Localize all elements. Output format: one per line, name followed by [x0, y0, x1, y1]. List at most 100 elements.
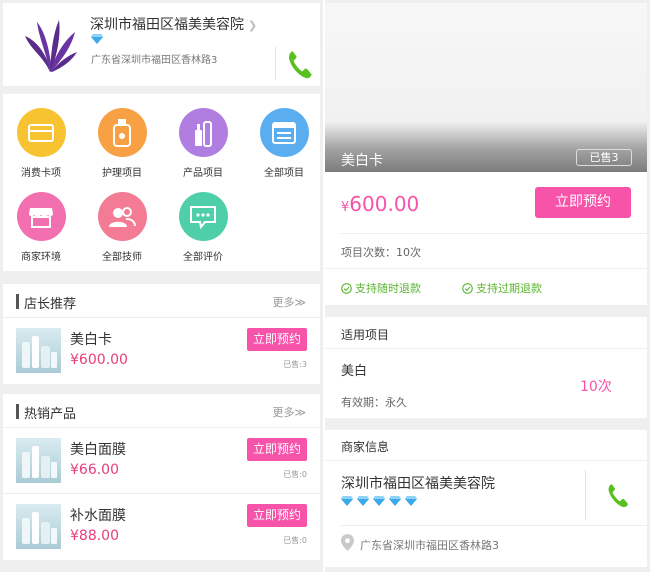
category-all-technicians[interactable]: 全部技师 — [90, 192, 154, 263]
refund-anytime-label: 支持随时退款 — [355, 282, 421, 295]
applicable-item-times: 10次 — [580, 379, 612, 395]
section-header: 热销产品 更多≫ — [3, 394, 320, 428]
product-bottles-image — [22, 336, 57, 368]
check-circle-icon — [462, 282, 473, 294]
price-amount: 600.00 — [349, 192, 420, 216]
book-now-button[interactable]: 立即预约 — [247, 438, 307, 461]
list-window-icon — [272, 121, 296, 144]
product-price: ¥88.00 — [70, 528, 119, 544]
phone-icon[interactable] — [607, 482, 629, 508]
category-store-environment[interactable]: 商家环境 — [9, 192, 73, 263]
diamond-icon — [91, 34, 103, 44]
sold-count: 已售:0 — [283, 470, 307, 479]
comment-icon — [190, 205, 216, 229]
shop-name: 深圳市福田区福美美容院 ❯ — [90, 14, 257, 34]
people-icon — [109, 206, 136, 227]
more-link[interactable]: 更多≫ — [272, 404, 306, 420]
location-pin-icon — [341, 534, 354, 551]
check-circle-icon — [341, 282, 352, 294]
manager-recommend-section: 店长推荐 更多≫ 美白卡 ¥600.00 立即预约 已售:3 — [3, 284, 320, 384]
refund-expired-label: 支持过期退款 — [476, 282, 542, 295]
diamond-icon — [405, 496, 417, 506]
section-title: 热销产品 — [24, 407, 77, 422]
divider — [585, 470, 586, 520]
section-title: 店长推荐 — [24, 297, 77, 312]
product-bottles-image — [22, 512, 57, 544]
hot-products-section: 热销产品 更多≫ 美白面膜 ¥66.00 立即预约 已售:0 补水面膜 ¥88.… — [3, 394, 320, 560]
card-detail-panel: 美白卡 已售3 ¥600.00 立即预约 项目次数：10次 支持随时退款 支持过… — [325, 0, 650, 572]
merchant-rating — [341, 496, 417, 506]
product-row[interactable]: 美白卡 ¥600.00 立即预约 已售:3 — [3, 318, 320, 384]
more-link[interactable]: 更多≫ — [272, 294, 306, 310]
category-products[interactable]: 产品项目 — [171, 108, 235, 179]
category-circle — [97, 108, 147, 157]
category-circle — [259, 108, 309, 157]
product-price: ¥66.00 — [70, 462, 119, 478]
shop-name-text: 深圳市福田区福美美容院 — [90, 17, 244, 33]
category-label: 全部评价 — [183, 252, 223, 263]
category-label: 全部技师 — [102, 252, 142, 263]
product-thumbnail — [16, 438, 61, 483]
shop-home-panel: 深圳市福田区福美美容院 ❯ 广东省深圳市福田区香林路3 消费卡项 护理项目 产品… — [0, 0, 323, 572]
category-all-items[interactable]: 全部项目 — [252, 108, 316, 179]
merchant-name[interactable]: 深圳市福田区福美美容院 — [341, 473, 495, 493]
book-now-button[interactable]: 立即预约 — [247, 328, 307, 351]
cosmetics-icon — [195, 120, 212, 147]
merchant-info-card: 商家信息 深圳市福田区福美美容院 广东省深圳市福田区香林路3 — [325, 430, 647, 567]
product-row[interactable]: 美白面膜 ¥66.00 立即预约 已售:0 — [3, 428, 320, 494]
category-circle — [16, 192, 66, 241]
sold-count: 已售:0 — [283, 536, 307, 545]
category-all-reviews[interactable]: 全部评价 — [171, 192, 235, 263]
product-row[interactable]: 补水面膜 ¥88.00 立即预约 已售:0 — [3, 494, 320, 560]
product-name: 美白卡 — [70, 332, 112, 348]
applicable-item-name: 美白 — [341, 364, 368, 379]
category-circle — [178, 192, 228, 241]
category-circle — [16, 108, 66, 157]
card-price: ¥600.00 — [341, 192, 419, 216]
refund-expired: 支持过期退款 — [462, 280, 542, 296]
merchant-address[interactable]: 广东省深圳市福田区香林路3 — [360, 537, 499, 553]
category-care-items[interactable]: 护理项目 — [90, 108, 154, 179]
price-card: ¥600.00 立即预约 项目次数：10次 支持随时退款 支持过期退款 — [325, 172, 647, 305]
item-count: 项目次数：10次 — [341, 246, 421, 259]
chevron-right-icon: ❯ — [248, 19, 258, 32]
divider — [325, 268, 647, 269]
book-now-button[interactable]: 立即预约 — [247, 504, 307, 527]
category-label: 护理项目 — [102, 168, 142, 179]
section-accent-bar — [16, 404, 19, 419]
book-now-button[interactable]: 立即预约 — [535, 187, 631, 218]
bottle-icon — [113, 118, 131, 147]
card-title: 美白卡 — [341, 153, 383, 169]
divider — [275, 47, 276, 80]
shop-header[interactable]: 深圳市福田区福美美容院 ❯ 广东省深圳市福田区香林路3 — [3, 3, 320, 86]
applicable-items-card: 适用项目 美白 有效期：永久 10次 — [325, 317, 647, 418]
shop-address: 广东省深圳市福田区香林路3 — [91, 55, 218, 66]
merchant-info-heading: 商家信息 — [341, 440, 390, 454]
shop-logo — [25, 20, 77, 72]
sold-count: 已售:3 — [283, 360, 307, 369]
category-label: 商家环境 — [21, 252, 61, 263]
diamond-icon — [389, 496, 401, 506]
divider — [341, 233, 647, 234]
category-label: 全部项目 — [264, 168, 304, 179]
card-icon — [28, 123, 54, 142]
category-label: 消费卡项 — [21, 168, 61, 179]
category-label: 产品项目 — [183, 168, 223, 179]
phone-icon[interactable] — [287, 49, 313, 79]
diamond-icon — [373, 496, 385, 506]
diamond-icon — [357, 496, 369, 506]
sold-badge: 已售3 — [576, 149, 632, 166]
product-thumbnail — [16, 504, 61, 549]
product-name: 补水面膜 — [70, 508, 126, 524]
category-consume-cards[interactable]: 消费卡项 — [9, 108, 73, 179]
category-circle — [178, 108, 228, 157]
section-header: 店长推荐 更多≫ — [3, 284, 320, 318]
product-name: 美白面膜 — [70, 442, 126, 458]
divider — [325, 460, 647, 461]
category-circle — [97, 192, 147, 241]
divider — [325, 348, 647, 349]
product-bottles-image — [22, 446, 57, 478]
divider — [341, 525, 647, 526]
refund-anytime: 支持随时退款 — [341, 280, 421, 296]
product-thumbnail — [16, 328, 61, 373]
